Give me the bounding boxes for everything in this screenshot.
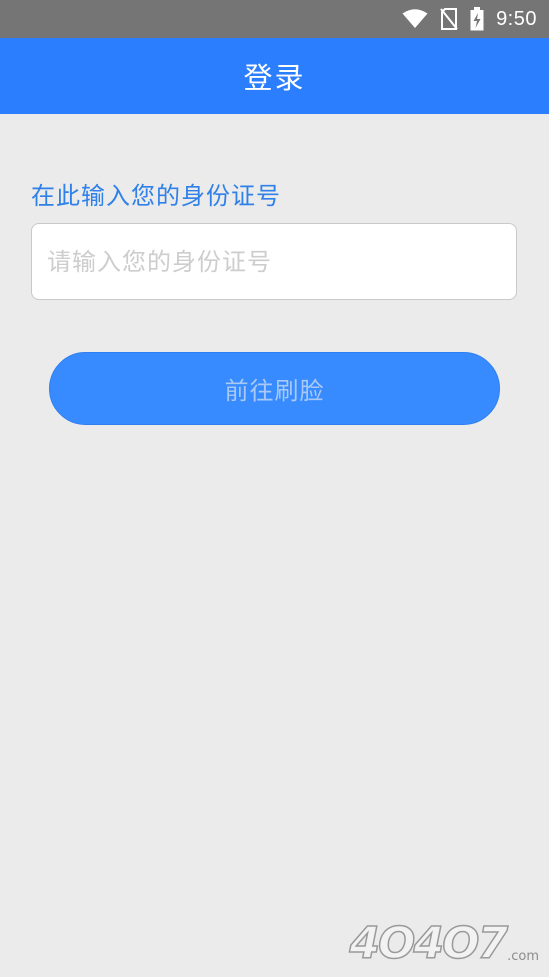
battery-charging-icon	[470, 7, 484, 31]
wifi-icon	[402, 9, 428, 29]
watermark-suffix: .com	[507, 949, 539, 964]
watermark-logo: 4O4O7 .com	[349, 917, 539, 970]
status-bar: 9:50	[0, 0, 549, 38]
go-face-scan-button[interactable]: 前往刷脸	[49, 352, 500, 425]
no-sim-icon	[440, 8, 458, 30]
page-title: 登录	[243, 61, 306, 95]
go-face-scan-label: 前往刷脸	[224, 377, 325, 405]
watermark-text: 4O4O7	[349, 917, 509, 970]
status-icons: 9:50	[402, 0, 537, 38]
status-time: 9:50	[496, 7, 537, 30]
id-number-input[interactable]	[31, 223, 517, 300]
id-number-label: 在此输入您的身份证号	[31, 182, 281, 210]
app-bar: 登录	[0, 38, 549, 114]
